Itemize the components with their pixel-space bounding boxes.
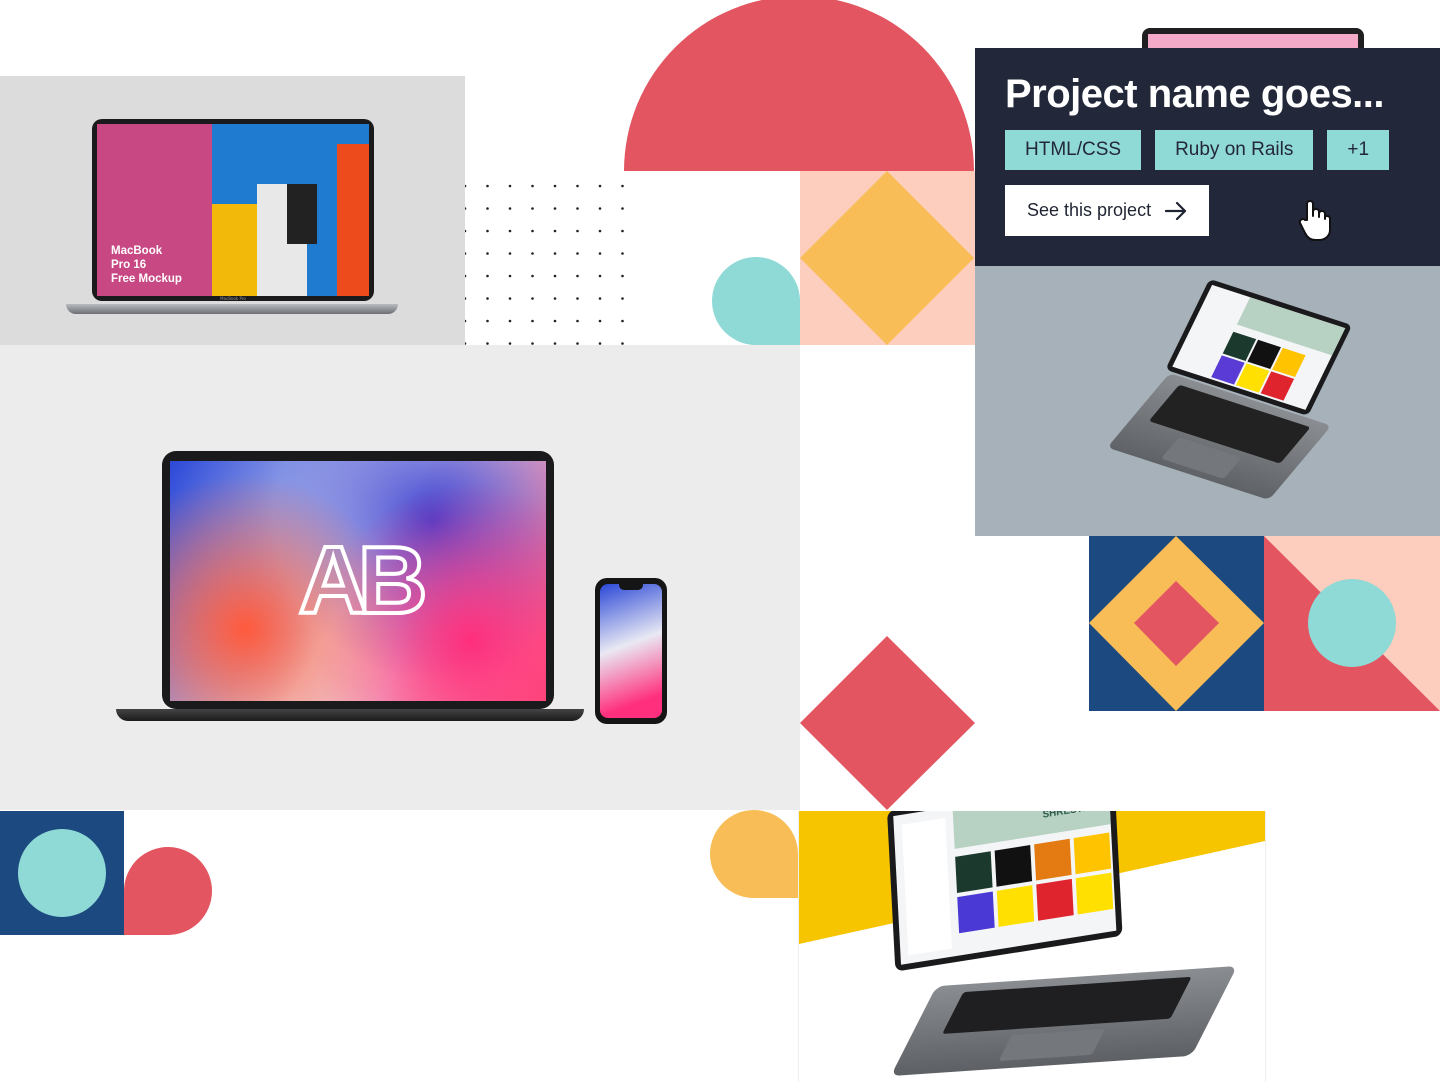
laptop-screen: AB [170, 461, 546, 701]
yellow-drop [710, 810, 799, 899]
bezel-label: MacBook Pro [220, 296, 246, 301]
grid-dot [508, 274, 512, 278]
grid-dot [621, 207, 624, 210]
see-project-label: See this project [1027, 200, 1152, 220]
grid-dot [621, 252, 624, 255]
tag-ruby-on-rails: Ruby on Rails [1155, 130, 1314, 170]
grid-dot [576, 229, 579, 233]
phone-frame [595, 578, 667, 724]
red-half-circle [624, 0, 974, 171]
mockup-tile-macbook-pro-16[interactable]: MacBook Pro 16 Free Mockup MacBook Pro [0, 76, 465, 345]
mockup-screen-text: MacBook Pro 16 Free Mockup [111, 245, 182, 285]
orange-wall [337, 144, 369, 296]
laptop-lid: MacBook Pro 16 Free Mockup [92, 119, 374, 301]
grid-dot [598, 319, 602, 323]
laptop-screen: MacBook Pro 16 Free Mockup [97, 124, 369, 296]
grid-dot [486, 207, 489, 210]
red-drop [124, 846, 212, 935]
grid-dot [576, 274, 579, 278]
dark-wall [287, 184, 317, 244]
teal-circle-2 [18, 829, 106, 917]
grid-dot [531, 207, 534, 210]
grid-dot [486, 319, 489, 323]
grid-dot [531, 229, 534, 233]
laptop-peek [1142, 28, 1364, 50]
grid-dot [531, 319, 534, 323]
grid-dot [553, 319, 557, 323]
teal-drop [712, 257, 800, 345]
grid-dot [553, 229, 557, 233]
arrow-right-icon [1165, 201, 1187, 220]
phone-screen [600, 584, 662, 718]
grid-dot [553, 274, 557, 278]
mockup-tile-laptop-yellow[interactable]: SAGAR SHRESTHA [798, 811, 1266, 1082]
grid-dot [508, 297, 512, 300]
grid-dot [598, 207, 602, 210]
grid-dot [598, 184, 602, 188]
ab-logo: AB [297, 525, 430, 636]
grid-dot [553, 252, 557, 255]
laptop-lid: AB [162, 451, 554, 709]
grid-dot [531, 252, 534, 255]
grid-dot [621, 297, 624, 300]
grid-dot [508, 319, 512, 323]
teal-circle [1308, 579, 1396, 667]
red-diamond [800, 636, 975, 810]
dot-grid [463, 184, 624, 345]
grid-dot [486, 297, 489, 300]
grid-dot [598, 229, 602, 233]
grid-dot [486, 252, 489, 255]
grid-dot [576, 207, 579, 210]
grid-dot [598, 274, 602, 278]
grid-dot [531, 184, 534, 188]
phone-notch [619, 584, 643, 590]
project-title: Project name goes... [1005, 72, 1385, 116]
project-tags: HTML/CSS Ruby on Rails +1 [1005, 130, 1410, 170]
grid-dot [621, 274, 624, 278]
grid-dot [576, 319, 579, 323]
laptop-base [116, 709, 584, 721]
grid-dot [598, 297, 602, 300]
grid-dot [553, 297, 557, 300]
mockup-tile-floating-laptop[interactable] [975, 266, 1440, 536]
grid-dot [576, 297, 579, 300]
grid-dot [508, 184, 512, 188]
grid-dot [531, 274, 534, 278]
grid-dot [553, 184, 557, 188]
tag-html-css: HTML/CSS [1005, 130, 1142, 170]
see-project-button[interactable]: See this project [1005, 185, 1210, 236]
grid-dot [486, 184, 489, 188]
grid-dot [508, 229, 512, 233]
grid-dot [486, 274, 489, 278]
hand-pointer-icon [1298, 200, 1331, 241]
grid-dot [508, 252, 512, 255]
laptop-screen: SAGAR SHRESTHA [893, 811, 1117, 965]
grid-dot [621, 229, 624, 233]
yellow-wall [212, 204, 257, 296]
mockup-tile-laptop-phone[interactable]: AB [0, 345, 800, 810]
laptop-tilted [1103, 266, 1386, 536]
grid-dot [621, 184, 624, 188]
tag-more: +1 [1327, 130, 1390, 170]
grid-dot [553, 207, 557, 210]
grid-dot [486, 229, 489, 233]
project-overlay[interactable]: Project name goes... HTML/CSS Ruby on Ra… [975, 48, 1440, 266]
grid-dot [621, 319, 624, 323]
grid-dot [598, 252, 602, 255]
grid-dot [531, 297, 534, 300]
grid-dot [508, 207, 512, 210]
grid-dot [576, 184, 579, 188]
laptop-base [66, 304, 398, 314]
grid-dot [576, 252, 579, 255]
